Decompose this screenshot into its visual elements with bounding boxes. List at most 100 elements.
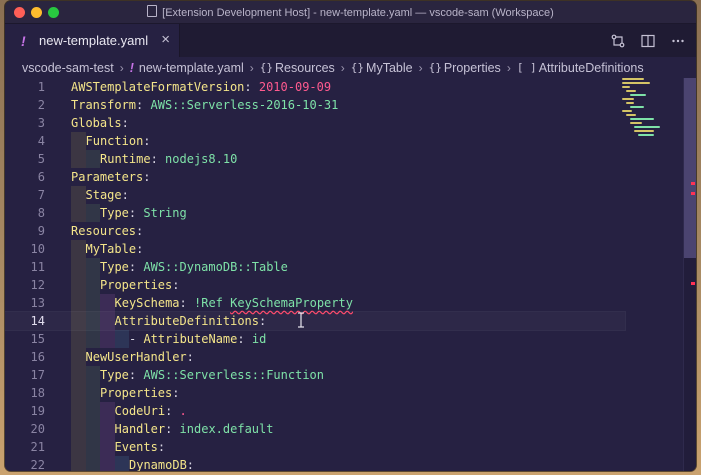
code-line[interactable]: 11 Type: AWS::DynamoDB::Table [5, 258, 625, 276]
line-number: 14 [30, 314, 45, 328]
error-marker [691, 182, 695, 185]
tab-bar: ! new-template.yaml × [5, 24, 696, 57]
minimap[interactable] [618, 78, 684, 138]
code-line[interactable]: 19 CodeUri: . [5, 402, 625, 420]
indent-guide [85, 150, 100, 168]
scrollbar-thumb[interactable] [684, 78, 696, 258]
minimap-line [634, 130, 654, 132]
code-text: KeySchema: !Ref KeySchemaProperty [71, 294, 353, 312]
yaml-value: . [179, 404, 187, 418]
line-number: 7 [37, 188, 45, 202]
code-line[interactable]: 9 Resources: [5, 222, 625, 240]
chevron-right-icon: › [418, 60, 423, 75]
text-cursor-icon [298, 312, 304, 328]
yaml-key: Type [100, 206, 129, 220]
yaml-value: AWS::Serverless-2016-10-31 [150, 98, 339, 112]
code-line[interactable]: 20 Handler: index.default [5, 420, 625, 438]
yaml-key: AttributeName [143, 332, 238, 346]
minimap-line [630, 122, 642, 124]
code-line[interactable]: 12 Properties: [5, 276, 625, 294]
indent-guide [100, 312, 115, 330]
line-number: 4 [37, 134, 45, 148]
line-number: 17 [30, 368, 45, 382]
line-number: 15 [30, 332, 45, 346]
code-line[interactable]: 8 Type: String [5, 204, 625, 222]
yaml-key: Properties [100, 386, 173, 400]
indent-guide [71, 348, 86, 366]
split-editor-icon[interactable] [640, 33, 656, 49]
yaml-key: Globals [71, 116, 122, 130]
yaml-key: Type [100, 368, 129, 382]
indent-guide [71, 150, 86, 168]
yaml-value: 2010-09-09 [258, 80, 332, 94]
breadcrumb-item-mytable[interactable]: MyTable [366, 61, 413, 75]
code-line[interactable]: 10 MyTable: [5, 240, 625, 258]
indent-guide [71, 132, 86, 150]
breadcrumb-file[interactable]: new-template.yaml [139, 61, 244, 75]
document-icon [147, 5, 158, 17]
minimap-line [630, 94, 646, 96]
more-actions-icon[interactable] [670, 33, 686, 49]
code-line[interactable]: 4 Function: [5, 132, 625, 150]
code-text: AWSTemplateFormatVersion: 2010-09-09 [71, 78, 331, 96]
code-text: Resources: [71, 222, 143, 240]
code-line[interactable]: 21 Events: [5, 438, 625, 456]
code-text: DynamoDB: [71, 456, 194, 471]
code-line[interactable]: 18 Properties: [5, 384, 625, 402]
yaml-colon: : [157, 440, 166, 454]
code-text: CodeUri: . [71, 402, 187, 420]
minimap-line [630, 118, 654, 120]
code-editor[interactable]: 1 AWSTemplateFormatVersion: 2010-09-09 2 Tr… [5, 78, 696, 471]
line-number: 10 [30, 242, 45, 256]
vertical-scrollbar[interactable] [683, 78, 696, 471]
yaml-value: String [143, 206, 187, 220]
code-line[interactable]: 14 AttributeDefinitions: [5, 311, 626, 331]
indent-guide [85, 258, 100, 276]
yaml-key: Handler [114, 422, 166, 436]
code-text: MyTable: [71, 240, 143, 258]
line-number: 12 [30, 278, 45, 292]
code-line[interactable]: 13 KeySchema: !Ref KeySchemaProperty [5, 294, 625, 312]
minimap-line [622, 110, 632, 112]
yaml-colon: : [136, 242, 144, 256]
breadcrumb-item-attributedefinitions[interactable]: AttributeDefinitions [539, 61, 644, 75]
code-text: Events: [71, 438, 165, 456]
code-line[interactable]: 15 - AttributeName: id [5, 330, 625, 348]
indent-guide [71, 402, 86, 420]
indent-guide [71, 240, 86, 258]
code-line[interactable]: 1 AWSTemplateFormatVersion: 2010-09-09 [5, 78, 625, 96]
yaml-key: Function [85, 134, 144, 148]
indent-guide [71, 186, 86, 204]
breadcrumb-item-resources[interactable]: Resources [275, 61, 335, 75]
object-icon: {} [259, 61, 274, 74]
object-icon: {} [350, 61, 365, 74]
yaml-colon: : [244, 80, 252, 94]
yaml-value-error: KeySchemaProperty [230, 296, 353, 310]
code-line[interactable]: 16 NewUserHandler: [5, 348, 625, 366]
editor-actions [596, 24, 686, 57]
breadcrumb-item-properties[interactable]: Properties [444, 61, 501, 75]
code-line[interactable]: 2 Transform: AWS::Serverless-2016-10-31 [5, 96, 625, 114]
code-line[interactable]: 3 Globals: [5, 114, 625, 132]
code-line[interactable]: 6 Parameters: [5, 168, 625, 186]
indent-guide [71, 276, 86, 294]
yaml-file-icon: ! [129, 60, 134, 75]
chevron-right-icon: › [506, 60, 511, 75]
code-line[interactable]: 22 DynamoDB: [5, 456, 625, 471]
close-icon[interactable]: × [161, 32, 170, 47]
breadcrumb: vscode-sam-test › ! new-template.yaml › … [5, 57, 696, 78]
code-line[interactable]: 17 Type: AWS::Serverless::Function [5, 366, 625, 384]
code-line[interactable]: 5 Runtime: nodejs8.10 [5, 150, 625, 168]
breadcrumb-root[interactable]: vscode-sam-test [22, 61, 114, 75]
code-text: Parameters: [71, 168, 150, 186]
indent-guide [71, 258, 86, 276]
tab-new-template-yaml[interactable]: ! new-template.yaml × [5, 24, 180, 57]
line-number: 16 [30, 350, 45, 364]
indent-guide [71, 312, 86, 330]
open-changes-icon[interactable] [610, 33, 626, 49]
code-line[interactable]: 7 Stage: [5, 186, 625, 204]
code-text: Globals: [71, 114, 129, 132]
tab-label: new-template.yaml [39, 33, 149, 48]
minimap-line [626, 102, 634, 104]
yaml-colon: : [128, 206, 137, 220]
